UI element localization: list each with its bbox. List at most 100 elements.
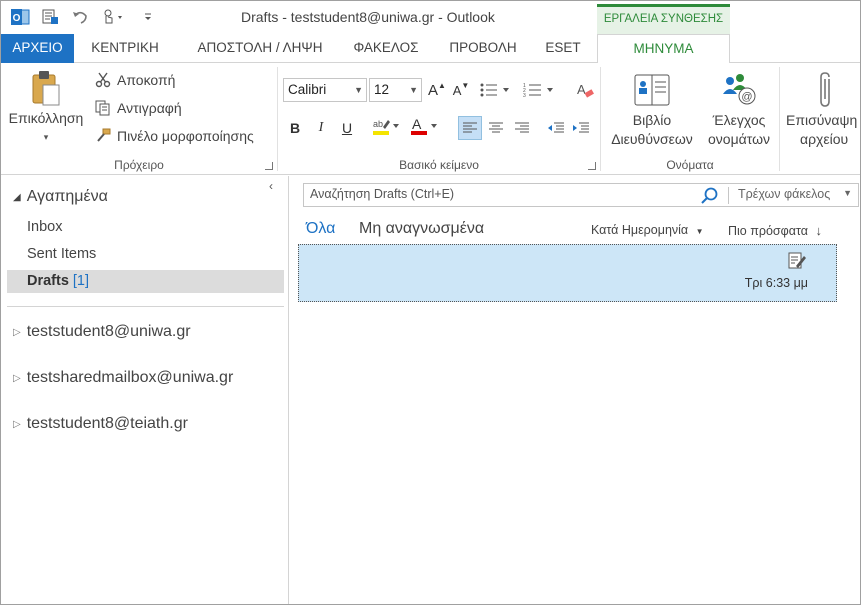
names-group: Βιβλίο Διευθύνσεων @ Έλεγχος ονομάτων Ον… <box>601 63 779 175</box>
account-label: testsharedmailbox@uniwa.gr <box>26 369 234 386</box>
sort-by-label: Κατά Ημερομηνία <box>591 223 689 237</box>
copy-button[interactable]: Αντιγραφή <box>93 99 182 117</box>
ribbon-tabs: ΑΡΧΕΙΟ ΚΕΝΤΡΙΚΗ ΑΠΟΣΤΟΛΗ / ΛΗΨΗ ΦΑΚΕΛΟΣ … <box>1 34 860 64</box>
svg-text:3: 3 <box>523 93 526 98</box>
account-item[interactable]: ▷ teststudent8@uniwa.gr <box>13 323 191 341</box>
address-book-button[interactable]: Βιβλίο Διευθύνσεων <box>605 69 699 149</box>
folder-pane: ‹ ◢ Αγαπημένα Inbox Sent Items Drafts [1]… <box>1 176 289 604</box>
copy-label: Αντιγραφή <box>117 100 182 116</box>
paste-button[interactable]: Επικόλληση ▾ <box>5 69 87 147</box>
svg-text:@: @ <box>741 91 752 103</box>
nav-item-drafts[interactable]: Drafts [1] <box>7 270 284 293</box>
clipboard-launcher-icon[interactable] <box>265 162 273 170</box>
quick-access-toolbar: O <box>9 6 167 28</box>
paste-label: Επικόλληση <box>8 110 84 126</box>
svg-text:A: A <box>412 116 422 132</box>
chevron-down-icon: ▼ <box>695 227 704 236</box>
svg-text:ab: ab <box>373 119 383 129</box>
check-names-button[interactable]: @ Έλεγχος ονομάτων <box>701 69 777 149</box>
cut-button[interactable]: Αποκοπή <box>93 71 175 89</box>
bold-icon[interactable]: B <box>284 117 306 139</box>
basic-text-launcher-icon[interactable] <box>588 162 596 170</box>
filter-unread[interactable]: Μη αναγνωσμένα <box>359 220 484 238</box>
check-names-icon: @ <box>701 69 777 111</box>
tab-eset[interactable]: ESET <box>537 34 589 63</box>
format-painter-label: Πινέλο μορφοποίησης <box>117 128 254 144</box>
collapsed-triangle-icon: ▷ <box>13 372 21 384</box>
names-group-label: Ονόματα <box>666 158 714 172</box>
nav-item-inbox[interactable]: Inbox <box>7 216 284 239</box>
paste-icon <box>5 69 87 109</box>
search-input[interactable]: Αναζήτηση Drafts (Ctrl+E) <box>310 187 454 201</box>
tab-view[interactable]: ΠΡΟΒΟΛΗ <box>439 34 527 63</box>
grow-font-icon[interactable]: A ▲ <box>426 79 448 101</box>
tab-folder[interactable]: ΦΑΚΕΛΟΣ <box>345 34 427 63</box>
basic-text-group-label: Βασικό κείμενο <box>399 158 479 172</box>
window-title: Drafts - teststudent8@uniwa.gr - Outlook <box>241 9 495 25</box>
tab-send-receive[interactable]: ΑΠΟΣΤΟΛΗ / ΛΗΨΗ <box>179 34 341 63</box>
check-names-label-2: ονομάτων <box>708 131 770 147</box>
item-time: Τρι 6:33 μμ <box>744 276 808 290</box>
tab-message[interactable]: ΜΗΝΥΜΑ <box>597 34 730 64</box>
include-group: Επισύναψη αρχείου <box>780 63 860 175</box>
paste-dropdown-icon[interactable]: ▾ <box>5 128 87 147</box>
italic-icon[interactable]: I <box>310 117 332 139</box>
align-left-icon[interactable] <box>458 116 482 140</box>
account-item[interactable]: ▷ teststudent8@teiath.gr <box>13 415 188 433</box>
shrink-font-icon[interactable]: A ▼ <box>450 79 472 101</box>
compose-tools-header: ΕΡΓΑΛΕΙΑ ΣΥΝΘΕΣΗΣ <box>597 4 730 34</box>
search-box[interactable]: Αναζήτηση Drafts (Ctrl+E) Τρέχων φάκελος… <box>303 183 859 207</box>
filter-all[interactable]: Όλα <box>306 220 335 238</box>
format-painter-button[interactable]: Πινέλο μορφοποίησης <box>93 127 254 145</box>
nav-item-sent-items[interactable]: Sent Items <box>7 243 284 266</box>
attach-file-button[interactable]: Επισύναψη αρχείου <box>782 69 860 149</box>
address-book-label-2: Διευθύνσεων <box>611 131 693 147</box>
outlook-window: O Drafts - teststudent8@uniwa.gr - Outlo… <box>0 0 861 605</box>
favorites-label: Αγαπημένα <box>26 188 108 205</box>
increase-indent-icon[interactable] <box>570 117 592 139</box>
collapse-pane-icon[interactable]: ‹ <box>269 179 273 193</box>
tab-file[interactable]: ΑΡΧΕΙΟ <box>1 34 74 63</box>
underline-icon[interactable]: U <box>336 117 358 139</box>
outlook-logo-icon[interactable]: O <box>9 6 31 28</box>
chevron-down-icon: ▼ <box>354 85 363 95</box>
chevron-down-icon[interactable]: ▼ <box>843 188 852 198</box>
drafts-label: Drafts <box>27 273 69 289</box>
draft-icon <box>787 251 807 271</box>
collapsed-triangle-icon: ▷ <box>13 418 21 430</box>
drafts-count: [1] <box>72 273 90 289</box>
clear-formatting-icon[interactable]: A <box>574 79 596 101</box>
account-item[interactable]: ▷ testsharedmailbox@uniwa.gr <box>13 369 233 387</box>
sort-by-dropdown[interactable]: Κατά Ημερομηνία ▼ <box>591 223 704 237</box>
highlight-icon[interactable]: ab <box>370 115 402 137</box>
customize-qat-icon[interactable] <box>137 6 159 28</box>
align-right-icon[interactable] <box>511 117 533 139</box>
attach-file-label-2: αρχείου <box>800 131 849 147</box>
send-receive-icon[interactable] <box>39 6 61 28</box>
scissors-icon <box>93 71 113 89</box>
bullets-icon[interactable] <box>478 79 514 101</box>
tab-home[interactable]: ΚΕΝΤΡΙΚΗ <box>79 34 171 63</box>
account-label: teststudent8@uniwa.gr <box>26 323 191 340</box>
font-size-combo[interactable]: 12 ▼ <box>369 78 422 102</box>
chevron-down-icon: ▼ <box>409 85 418 95</box>
font-name-combo[interactable]: Calibri ▼ <box>283 78 367 102</box>
touch-mode-icon[interactable] <box>99 6 129 28</box>
search-icon[interactable] <box>700 186 720 206</box>
decrease-indent-icon[interactable] <box>545 117 567 139</box>
favorites-header[interactable]: ◢ Αγαπημένα <box>13 188 108 206</box>
align-center-icon[interactable] <box>485 117 507 139</box>
copy-icon <box>93 99 113 117</box>
undo-icon[interactable] <box>69 6 91 28</box>
sort-order-toggle[interactable]: Πιο πρόσφατα ↓ <box>728 223 822 238</box>
format-painter-icon <box>93 127 113 145</box>
paperclip-icon <box>786 69 860 111</box>
check-names-label-1: Έλεγχος <box>712 112 766 128</box>
address-book-icon <box>605 69 699 111</box>
search-scope[interactable]: Τρέχων φάκελος <box>738 187 830 201</box>
address-book-label-1: Βιβλίο <box>632 112 672 128</box>
numbering-icon[interactable]: 123 <box>522 79 558 101</box>
list-item[interactable]: Τρι 6:33 μμ <box>298 244 837 302</box>
font-color-icon[interactable]: A <box>408 115 440 137</box>
clipboard-group: Επικόλληση ▾ Αποκοπή Αντιγραφή Πινέλο μο… <box>1 63 277 175</box>
